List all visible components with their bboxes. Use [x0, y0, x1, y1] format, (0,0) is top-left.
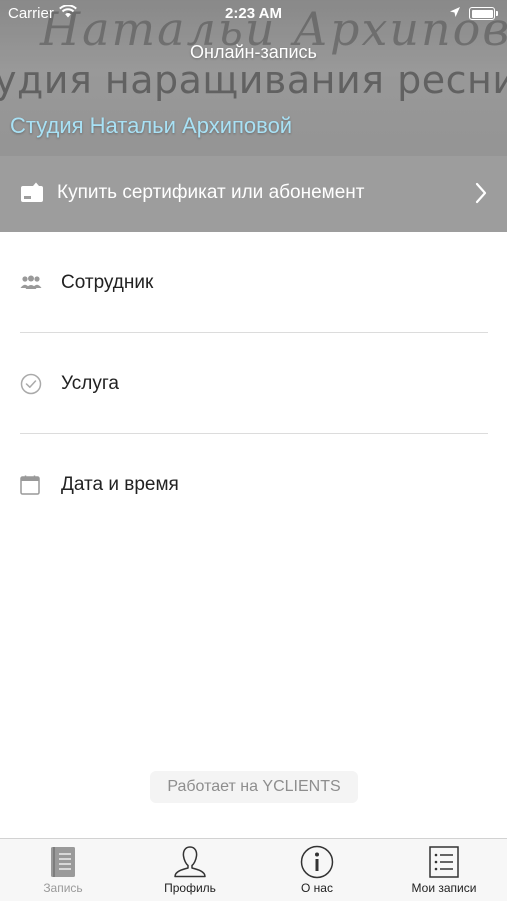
tab-bar: Запись Профиль О нас Мои записи — [0, 838, 507, 901]
tab-my-bookings[interactable]: Мои записи — [381, 839, 507, 901]
buy-certificate-button[interactable]: Купить сертификат или абонемент — [0, 156, 507, 232]
divider — [20, 332, 488, 333]
tab-booking[interactable]: Запись — [0, 839, 126, 901]
chevron-right-icon — [475, 182, 487, 209]
check-circle-icon — [20, 373, 42, 400]
tab-about[interactable]: О нас — [254, 839, 380, 901]
menu-item-label: Дата и время — [61, 474, 179, 495]
page-title: Онлайн-запись — [190, 42, 317, 62]
divider — [20, 433, 488, 434]
book-icon — [0, 845, 126, 879]
tab-profile[interactable]: Профиль — [127, 839, 253, 901]
tab-label: О нас — [301, 881, 333, 895]
status-time: 2:23 AM — [225, 5, 282, 22]
powered-by-badge[interactable]: Работает на YCLIENTS — [150, 771, 358, 803]
location-arrow-icon — [449, 5, 461, 22]
list-icon — [381, 845, 507, 879]
profile-icon — [127, 845, 253, 879]
tab-label: Запись — [43, 881, 83, 895]
tab-label: Мои записи — [411, 881, 477, 895]
menu-item-staff[interactable]: Сотрудник — [0, 243, 507, 323]
info-icon — [254, 845, 380, 879]
battery-icon — [469, 7, 498, 20]
menu-item-label: Услуга — [61, 373, 119, 394]
certificate-icon — [20, 182, 44, 209]
header-banner: Натальи Архипова удия наращивания ресни … — [0, 0, 507, 156]
menu-item-label: Сотрудник — [61, 272, 154, 293]
calendar-icon — [20, 475, 40, 500]
status-bar: Carrier 2:23 AM — [0, 0, 507, 28]
menu-item-datetime[interactable]: Дата и время — [0, 445, 507, 525]
tab-label: Профиль — [164, 881, 216, 895]
staff-icon — [20, 275, 42, 296]
menu-item-service[interactable]: Услуга — [0, 344, 507, 424]
buy-certificate-label: Купить сертификат или абонемент — [57, 182, 365, 203]
studio-name[interactable]: Студия Натальи Архиповой — [10, 113, 292, 139]
